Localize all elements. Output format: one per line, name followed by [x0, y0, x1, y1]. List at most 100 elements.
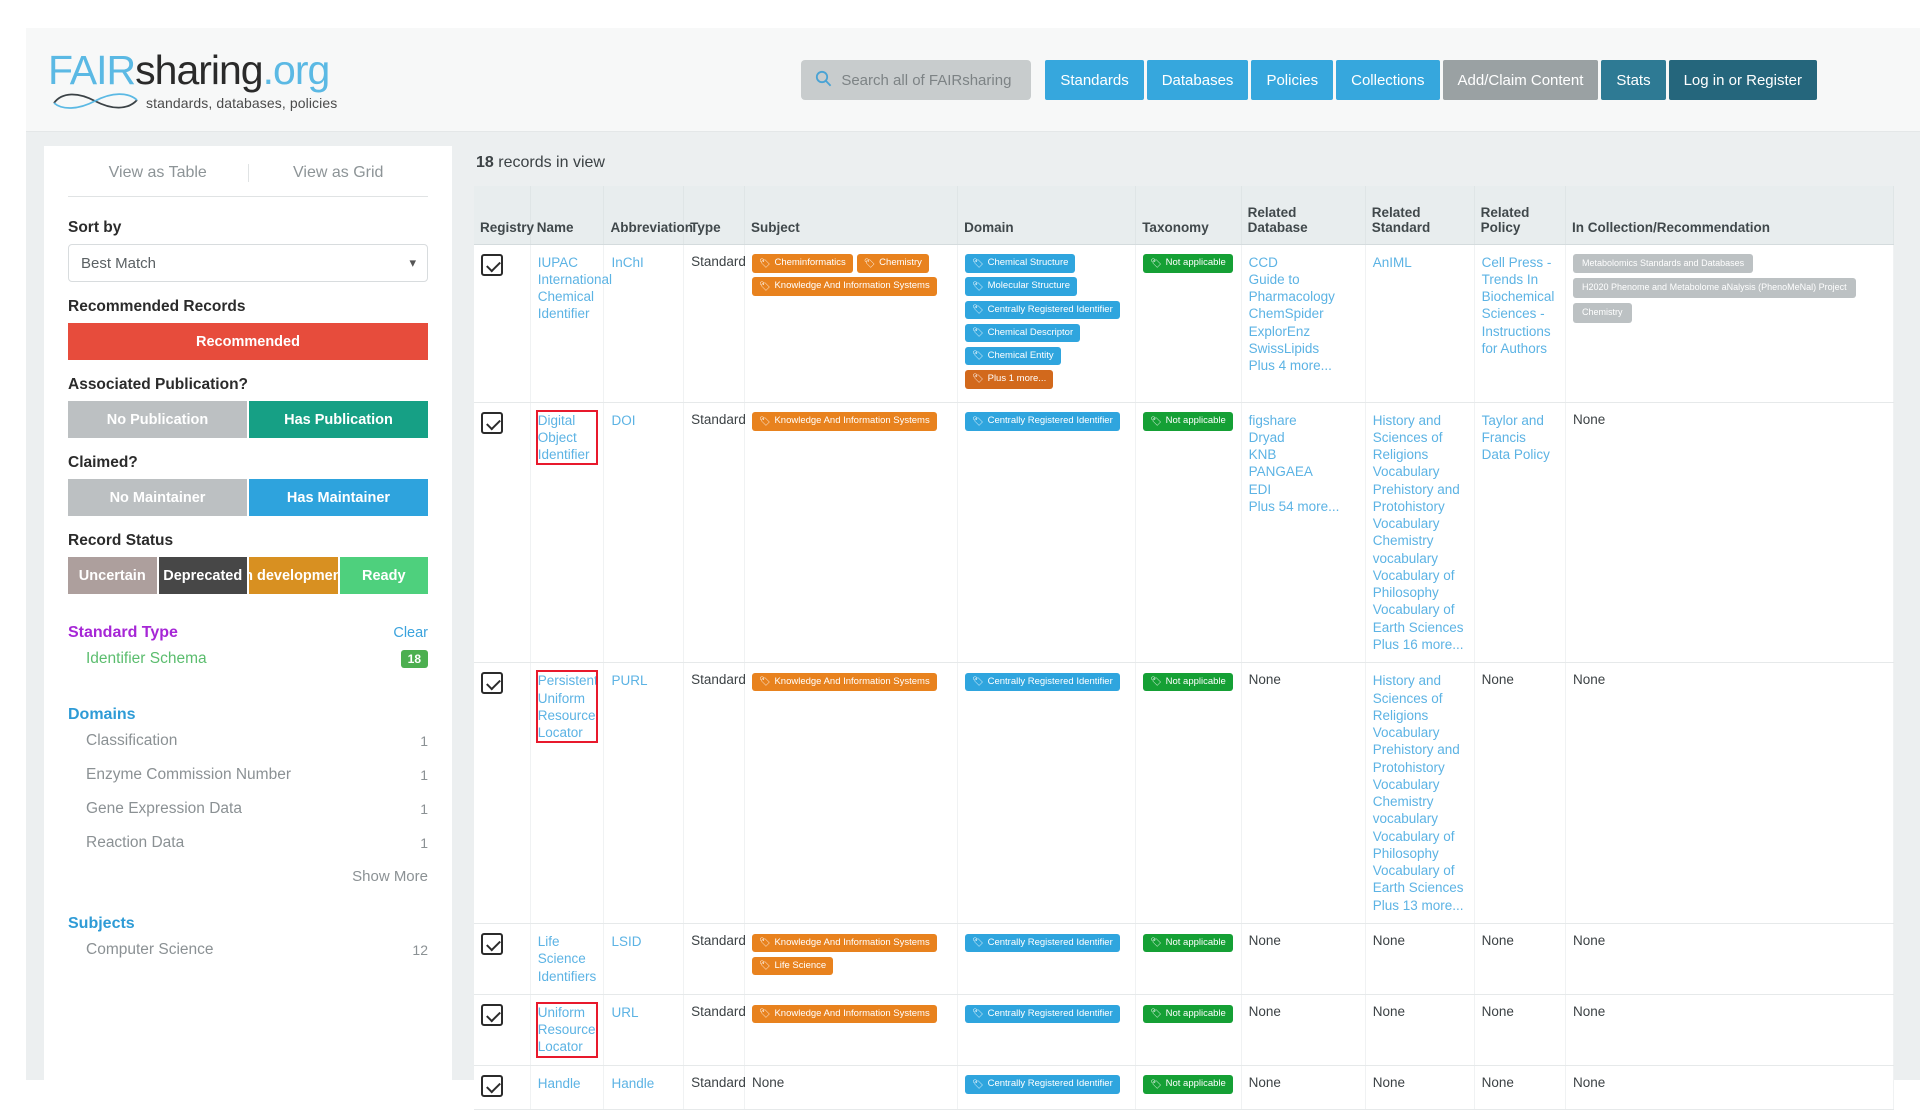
filter-uncertain[interactable]: Uncertain: [68, 557, 157, 594]
facet-identifier-schema[interactable]: Identifier Schema 18: [68, 642, 428, 676]
table-row[interactable]: IUPAC International Chemical Identifier I…: [474, 244, 1894, 403]
record-abbreviation-link[interactable]: PURL: [611, 672, 676, 689]
related-database-link[interactable]: Guide to Pharmacology: [1249, 271, 1358, 306]
col-type[interactable]: Type: [683, 186, 746, 245]
site-logo[interactable]: FAIRsharing.org standards, databases, po…: [48, 50, 337, 113]
registry-checkbox-icon[interactable]: [481, 411, 503, 434]
domain-tag[interactable]: 🏷 Chemical Descriptor: [965, 323, 1081, 343]
col-related-standard[interactable]: Related Standard: [1365, 186, 1475, 245]
col-taxonomy[interactable]: Taxonomy: [1135, 186, 1242, 245]
nav-policies[interactable]: Policies: [1251, 60, 1334, 100]
search-input[interactable]: Search all of FAIRsharing: [801, 60, 1032, 100]
filter-recommended[interactable]: Recommended: [68, 323, 428, 360]
related-standard-link[interactable]: Plus 13 more...: [1373, 897, 1467, 914]
related-standard-link[interactable]: Chemistry vocabulary: [1373, 793, 1467, 828]
subject-tag[interactable]: 🏷 Knowledge And Information Systems: [752, 933, 937, 953]
subject-tag[interactable]: 🏷 Knowledge And Information Systems: [752, 277, 937, 296]
domain-tag[interactable]: 🏷 Centrally Registered Identifier: [965, 300, 1120, 320]
record-name-link[interactable]: Handle: [538, 1075, 597, 1092]
taxonomy-tag[interactable]: 🏷 Not applicable: [1143, 933, 1233, 953]
col-name[interactable]: Name: [530, 186, 605, 245]
taxonomy-tag[interactable]: 🏷 Not applicable: [1143, 1075, 1233, 1094]
subject-tag[interactable]: 🏷 Cheminformatics: [752, 254, 853, 273]
subject-tag[interactable]: 🏷 Life Science: [752, 956, 834, 976]
nav-databases[interactable]: Databases: [1146, 60, 1249, 100]
col-related-database[interactable]: Related Database: [1241, 186, 1366, 245]
record-abbreviation-link[interactable]: Handle: [611, 1075, 676, 1092]
related-database-link[interactable]: ChemSpider: [1249, 305, 1358, 322]
filter-no-maintainer[interactable]: No Maintainer: [68, 479, 247, 516]
record-abbreviation-link[interactable]: InChI: [611, 254, 676, 271]
collection-badge[interactable]: Metabolomics Standards and Databases: [1573, 253, 1754, 274]
registry-checkbox-icon[interactable]: [481, 672, 503, 695]
domain-tag[interactable]: 🏷 Centrally Registered Identifier: [965, 933, 1120, 953]
table-row[interactable]: Life Science Identifiers LSID Standard 🏷 Kno…: [474, 923, 1894, 995]
subject-tag[interactable]: 🏷 Knowledge And Information Systems: [752, 1004, 937, 1023]
domain-tag[interactable]: 🏷 Plus 1 more...: [965, 370, 1054, 389]
related-standard-link[interactable]: History and Sciences of Religions Vocabu…: [1373, 672, 1467, 741]
related-standard-link[interactable]: Vocabulary of Earth Sciences: [1373, 601, 1467, 636]
related-standard-link[interactable]: Vocabulary of Philosophy: [1373, 828, 1467, 863]
related-standard-link[interactable]: Prehistory and Protohistory Vocabulary: [1373, 481, 1467, 533]
collection-badge[interactable]: Chemistry: [1573, 303, 1632, 324]
related-database-link[interactable]: figshare: [1249, 412, 1358, 429]
facet-gene-expression-data[interactable]: Gene Expression Data 1: [68, 792, 428, 826]
registry-checkbox-icon[interactable]: [481, 1003, 503, 1026]
registry-checkbox-icon[interactable]: [481, 1074, 503, 1097]
registry-checkbox-icon[interactable]: [481, 253, 503, 276]
registry-checkbox-icon[interactable]: [481, 932, 503, 955]
domain-tag[interactable]: 🏷 Centrally Registered Identifier: [965, 412, 1120, 431]
table-row[interactable]: Persistent Uniform Resource Locator PURL S…: [474, 662, 1894, 924]
record-abbreviation-link[interactable]: DOI: [611, 412, 676, 429]
domains-show-more[interactable]: Show More: [68, 868, 428, 885]
domain-tag[interactable]: 🏷 Chemical Structure: [965, 254, 1076, 273]
related-standard-link[interactable]: Vocabulary of Philosophy: [1373, 567, 1467, 602]
subject-tag[interactable]: 🏷 Knowledge And Information Systems: [752, 412, 937, 431]
related-database-link[interactable]: Dryad: [1249, 429, 1358, 446]
nav-standards[interactable]: Standards: [1045, 60, 1144, 100]
nav-collections[interactable]: Collections: [1336, 60, 1440, 100]
col-related-policy[interactable]: Related Policy: [1474, 186, 1567, 245]
table-row[interactable]: Uniform Resource Locator URL Standard 🏷 Know…: [474, 994, 1894, 1066]
table-row[interactable]: Digital Object Identifier DOI Standard 🏷 Kno…: [474, 402, 1894, 664]
related-standard-link[interactable]: History and Sciences of Religions Vocabu…: [1373, 412, 1467, 481]
col-registry[interactable]: Registry: [474, 186, 534, 245]
standard-type-clear[interactable]: Clear: [393, 625, 428, 641]
taxonomy-tag[interactable]: 🏷 Not applicable: [1143, 254, 1233, 273]
record-name-link[interactable]: Uniform Resource Locator: [538, 1004, 597, 1056]
related-database-link[interactable]: Plus 54 more...: [1249, 498, 1358, 515]
related-standard-link[interactable]: Prehistory and Protohistory Vocabulary: [1373, 741, 1467, 793]
filter-has-publication[interactable]: Has Publication: [249, 401, 428, 438]
table-row[interactable]: Handle Handle Standard None 🏷 Centrally Regis…: [474, 1065, 1894, 1110]
record-name-link[interactable]: IUPAC International Chemical Identifier: [538, 254, 612, 323]
related-database-link[interactable]: EDI: [1249, 481, 1358, 498]
related-standard-link[interactable]: Chemistry vocabulary: [1373, 532, 1467, 567]
nav-login-register[interactable]: Log in or Register: [1668, 60, 1817, 100]
col-subject[interactable]: Subject: [744, 186, 959, 245]
related-standard-link[interactable]: AnIML: [1373, 254, 1467, 271]
filter-has-maintainer[interactable]: Has Maintainer: [249, 479, 428, 516]
taxonomy-tag[interactable]: 🏷 Not applicable: [1143, 672, 1233, 692]
related-standard-link[interactable]: Vocabulary of Earth Sciences: [1373, 862, 1467, 897]
taxonomy-tag[interactable]: 🏷 Not applicable: [1143, 412, 1233, 431]
col-abbreviation[interactable]: Abbreviation: [603, 186, 693, 245]
domain-tag[interactable]: 🏷 Centrally Registered Identifier: [965, 672, 1120, 692]
nav-stats[interactable]: Stats: [1601, 60, 1666, 100]
taxonomy-tag[interactable]: 🏷 Not applicable: [1143, 1004, 1233, 1023]
related-database-link[interactable]: ExplorEnz: [1249, 323, 1358, 340]
sort-by-select[interactable]: Best Match: [68, 244, 428, 282]
subject-tag[interactable]: 🏷 Knowledge And Information Systems: [752, 672, 937, 692]
subject-tag[interactable]: 🏷 Chemistry: [856, 254, 929, 273]
related-database-link[interactable]: CCD: [1249, 254, 1358, 271]
record-name-link[interactable]: Digital Object Identifier: [538, 412, 597, 464]
record-abbreviation-link[interactable]: URL: [611, 1004, 676, 1021]
record-name-link[interactable]: Persistent Uniform Resource Locator: [538, 672, 598, 741]
record-name-link[interactable]: Life Science Identifiers: [538, 933, 597, 985]
tab-view-as-table[interactable]: View as Table: [68, 164, 248, 182]
related-database-link[interactable]: SwissLipids: [1249, 340, 1358, 357]
record-abbreviation-link[interactable]: LSID: [611, 933, 676, 950]
related-policy-link[interactable]: Taylor and Francis Data Policy: [1482, 412, 1558, 464]
filter-deprecated[interactable]: Deprecated: [158, 557, 247, 594]
filter-in-development[interactable]: In development: [249, 557, 338, 594]
domain-tag[interactable]: 🏷 Molecular Structure: [965, 277, 1077, 296]
